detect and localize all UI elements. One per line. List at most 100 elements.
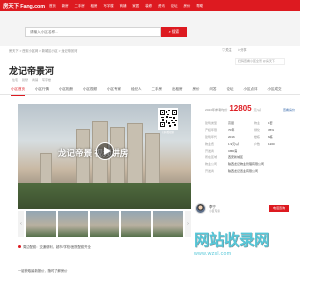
nav-item-prices[interactable]: 房价 [184,3,191,8]
search-button-label: 搜索 [171,29,180,34]
info-key: 产权年限 [205,128,218,133]
notice-line-secondary[interactable]: 一键获取最新报价，随时了解房价 [18,268,67,273]
tab-resale[interactable]: 二手房 [152,84,163,95]
search-input[interactable] [25,27,161,37]
tab-forum[interactable]: 论坛 [227,84,234,95]
site-logo[interactable]: 房天下 Fang.com [3,2,45,10]
thumbnail[interactable] [26,211,56,237]
price-history-link[interactable]: 查看房价 [283,108,295,112]
info-row: 产权年限 70年 绿化 35% [205,127,295,134]
tab-rental[interactable]: 出租房 [172,84,183,95]
building-image [145,133,160,187]
info-value: CBD旁 [228,148,238,153]
price-label: 2023年参考均价 [205,108,228,112]
nav-item-shops[interactable]: 商铺 [120,3,127,8]
video-title: 龙记帝景 视频讲房 [58,148,129,158]
info-row: 建筑类型 高层 物业 1套 [205,120,295,127]
share-button[interactable]: ⇪分享 [238,47,247,52]
info-key: 建筑类型 [205,121,218,126]
agent-card: 李宁 小区专家 电话咨询 [195,198,295,218]
qr-code-icon [158,108,178,130]
price-value: 12805 [229,104,252,113]
search-icon: ⌕ [168,30,171,34]
info-key: 物业公司 [205,162,218,167]
tab-qa[interactable]: 问答 [210,84,217,95]
info-value: 西安新城区 [228,155,244,160]
thumbnail[interactable] [57,211,88,237]
nav-item-home-furnishing[interactable]: 家居 [132,3,139,8]
info-value: 2016 [228,134,235,139]
watermark-text: 网站收录网 [194,231,270,249]
info-value: 陕西龙记置业有限公司 [228,168,259,173]
nav-item-forum[interactable]: 论坛 [171,3,178,8]
info-value: 陕西龙记物业管理有限公司 [228,162,265,167]
tab-agents[interactable]: 经纪人 [131,84,142,95]
info-value: 高层 [228,121,235,126]
info-value: 70年 [228,128,235,133]
nav-item-office[interactable]: 写字楼 [103,3,113,8]
call-agent-button[interactable]: 电话咨询 [269,204,289,212]
info-row: 建筑年代 2016 楼栋 6栋 [205,134,295,141]
nav-item-help[interactable]: 帮助 [196,3,203,8]
nav-item-decoration[interactable]: 装修 [145,3,152,8]
project-tabs: 小区首页 小区行情 小区相册 小区视频 小区专家 经纪人 二手房 出租房 房价 … [0,84,300,96]
watermark: 网站收录网 www.wzsl.com [194,228,298,257]
dot-icon [18,245,21,248]
search-button[interactable]: ⌕ 搜索 [161,27,187,37]
qr-code-label: 扫码看视频 [162,132,174,134]
info-key: 开发商 [205,168,215,173]
project-title: 龙记帝景河 [9,66,55,76]
agent-role: 小区专家 [209,208,221,213]
info-row: 开发商 CBD旁 [205,147,295,154]
tab-prices[interactable]: 房价 [193,84,200,95]
qr-hint[interactable]: 扫码查看小区全景 @房天下 [235,58,285,65]
info-row: 物业公司 陕西龙记物业管理有限公司 [205,161,295,168]
nav-item-home[interactable]: 首页 [49,3,56,8]
notice-line: 周边配套：交通便利，超市/学校/医院配套齐全 [18,244,91,249]
price-unit: 元/㎡ [253,108,261,112]
thumbnail[interactable] [89,211,120,237]
building-image [127,123,143,187]
thumbnail[interactable] [153,211,183,237]
thumbnail[interactable] [121,211,152,237]
info-key: 绿化 [254,128,261,133]
info-row: 开发商 陕西龙记置业有限公司 [205,168,295,175]
nav-item-new-homes[interactable]: 新房 [62,3,69,8]
price-row: 2023年参考均价 12805 元/㎡ 查看房价 [205,104,295,114]
top-navigation-bar: 房天下 Fang.com 首页 新房 二手房 租房 写字楼 商铺 家居 装修 资… [0,0,300,11]
nav-item-resale[interactable]: 二手房 [75,3,85,8]
share-label: 分享 [240,48,247,52]
tab-home[interactable]: 小区首页 [11,84,25,96]
project-info-table: 建筑类型 高层 物业 1套 产权年限 70年 绿化 35% 建筑年代 2016 … [205,120,295,174]
search-area: ⌕ 搜索 [0,11,300,46]
tab-experts[interactable]: 小区专家 [107,84,121,95]
info-row: 物业费 1.9元/㎡ 户数 1200 [205,140,295,147]
project-tag: 住宅 [12,78,19,82]
landscape-trees [18,183,191,209]
tab-deals[interactable]: 小区成交 [268,84,282,95]
tab-reviews[interactable]: 小区点评 [244,84,258,95]
info-row: 所在区域 西安新城区 [205,154,295,161]
project-tag: 别墅 [22,78,29,82]
tab-album[interactable]: 小区相册 [59,84,73,95]
watermark-url: www.wzsl.com [194,250,232,257]
play-icon[interactable] [96,142,114,160]
info-value: 1.9元/㎡ [228,141,240,146]
info-key: 户数 [254,141,261,146]
favorite-button[interactable]: ♡关注 [222,47,232,52]
info-value: 35% [268,128,275,133]
tab-market[interactable]: 小区行情 [35,84,49,95]
tab-video[interactable]: 小区视频 [83,84,97,95]
avatar[interactable] [195,202,206,214]
chevron-right-icon[interactable]: › [184,211,191,237]
info-key: 物业 [254,121,261,126]
page-actions: ♡关注 ⇪分享 [222,47,247,52]
info-key: 物业费 [205,141,215,146]
building-image [40,153,52,187]
chevron-left-icon[interactable]: ‹ [18,211,24,237]
project-subtitle: 住宅 别墅 商铺 写字楼 [12,78,51,82]
nav-item-rent[interactable]: 租房 [91,3,98,8]
info-key: 建筑年代 [205,134,218,139]
breadcrumb[interactable]: 房天下 > 西安小区网 > 新城区小区 > 龙记帝景河 [9,48,77,53]
nav-item-news[interactable]: 资讯 [158,3,165,8]
